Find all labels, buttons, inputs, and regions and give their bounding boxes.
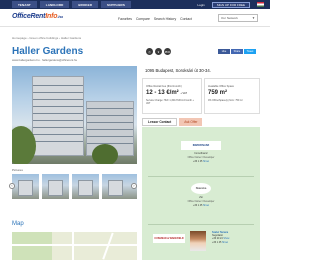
rent-value: 12 - 13 €/m² + VAT <box>146 90 198 96</box>
location-map[interactable] <box>12 232 137 260</box>
hungarian-flag-icon[interactable] <box>257 2 264 7</box>
space-detail: 0% Office/Space(s) from: 759 m² <box>208 99 243 102</box>
gallery-thumbnail[interactable] <box>42 174 69 199</box>
nav-suppliers[interactable]: SUPPLIERS <box>101 1 131 8</box>
contact-phone: +36 1 45 Show <box>162 160 240 163</box>
page-title: Haller Gardens <box>12 46 84 57</box>
map-heading: Map <box>12 221 24 227</box>
nav-tenant[interactable]: TENANT <box>12 1 37 8</box>
breadcrumb[interactable]: Homepage › Green office buildings › Hall… <box>12 36 81 40</box>
show-phone-link[interactable]: Show <box>222 241 228 244</box>
show-phone-link[interactable]: Show <box>203 160 209 163</box>
map-road <box>12 244 137 246</box>
building-tower <box>32 76 84 156</box>
contact-card: IMMOFINANZ Immofinanz Office Owner / Dev… <box>162 141 240 163</box>
site-header: OfficeRentInfo.hu Favorites Compare Sear… <box>0 9 270 27</box>
divider <box>148 224 254 225</box>
contact-role: Office Owner / Developer <box>187 200 215 203</box>
rent-label: Office Rental Fee (€/m²/month) <box>146 85 182 88</box>
chevron-down-icon: ▼ <box>252 16 255 20</box>
contact-name: Zsi <box>199 196 203 199</box>
logo-suffix-text: .hu <box>57 14 63 19</box>
space-label: Available Office Space <box>208 85 235 88</box>
contact-card: Skanska Zsi Office Owner / Developer +36… <box>162 183 240 207</box>
network-select[interactable]: Our Network ▼ <box>218 14 258 22</box>
contact-name: Immofinanz <box>194 152 208 155</box>
login-link[interactable]: Login <box>197 3 204 7</box>
contact-phone: +36 1 45 Show <box>162 204 240 207</box>
social-buttons: Like Share Tweet <box>218 49 256 54</box>
page-subtitle[interactable]: www.hallergardens.hu · hallergardens@off… <box>12 58 77 62</box>
broker-phone-2-number: +36 1 45 <box>212 240 222 244</box>
facebook-like-button[interactable]: Like <box>218 49 230 54</box>
gallery-label: Pictures <box>12 168 23 172</box>
heart-icon[interactable]: ♥ <box>155 48 162 55</box>
contact-phone-number: +36 1 45 <box>192 204 203 207</box>
tab-ask-offer[interactable]: Ask Offer <box>179 118 203 126</box>
broker-avatar <box>190 231 206 251</box>
broker-company-logo[interactable]: CUSHMAN & WAKEFIELD <box>153 234 185 243</box>
contact-phone-number: +36 1 45 <box>192 160 203 163</box>
logo-accent-text: Info <box>45 13 58 20</box>
network-select-value: Our Network <box>221 16 238 20</box>
contact-role: Office Owner / Developer <box>187 156 215 159</box>
space-value: 759 m² <box>208 90 228 96</box>
main-building-photo[interactable] <box>12 66 137 164</box>
tab-lessor-contact[interactable]: Lessor Contact <box>142 118 178 126</box>
broker-info: Szabó Tamara Negotiator +36 20 24 Show +… <box>212 231 229 244</box>
company-logo[interactable]: IMMOFINANZ <box>181 141 221 150</box>
site-logo[interactable]: OfficeRentInfo.hu <box>12 13 63 20</box>
rent-value-text: 12 - 13 €/m² <box>146 90 179 96</box>
tree <box>92 144 118 164</box>
show-phone-link[interactable]: Show <box>203 204 209 207</box>
company-logo[interactable]: Skanska <box>191 183 211 194</box>
search-history-link[interactable]: Search History <box>154 17 176 21</box>
broker-phone-2: +36 1 45 Show <box>212 241 229 244</box>
gallery-thumbnail[interactable] <box>12 174 39 199</box>
compare-link[interactable]: Compare <box>136 17 150 21</box>
divider <box>148 176 254 177</box>
map-road <box>72 232 74 260</box>
rent-info-box: Office Rental Fee (€/m²/month) 12 - 13 €… <box>142 78 202 114</box>
space-info-box: Available Office Space 759 m² 0% Office/… <box>204 78 260 114</box>
logo-main-text: OfficeRent <box>12 13 46 20</box>
nav-broker[interactable]: BROKER <box>72 1 99 8</box>
rent-vat-suffix: + VAT <box>180 92 188 95</box>
favorites-link[interactable]: Favorites <box>118 17 132 21</box>
map-park-area <box>12 232 52 260</box>
signup-button[interactable]: SIGN UP FOR FREE <box>211 1 250 8</box>
contact-panel: IMMOFINANZ Immofinanz Office Owner / Dev… <box>142 127 260 260</box>
header-nav: Favorites Compare Search History Contact <box>118 17 192 21</box>
service-charge-text: Service Charge: HUF 1,300-HUF/m²/month +… <box>146 99 194 105</box>
share-actions: ⎙ ♥ PDF <box>146 48 171 55</box>
gallery-next-arrow-icon[interactable]: › <box>131 183 137 189</box>
print-icon[interactable]: ⎙ <box>146 48 153 55</box>
top-navigation-bar: TENANT LANDLORD BROKER SUPPLIERS Login S… <box>0 0 270 9</box>
tweet-button[interactable]: Tweet <box>244 49 256 54</box>
map-road <box>102 232 114 260</box>
contact-link[interactable]: Contact <box>180 17 192 21</box>
building-address: 1095 Budapest, Soroksári út 30-34. <box>145 68 211 73</box>
facebook-share-button[interactable]: Share <box>231 49 243 54</box>
gallery-prev-arrow-icon[interactable]: ‹ <box>9 183 15 189</box>
pdf-icon[interactable]: PDF <box>164 48 171 55</box>
nav-landlord[interactable]: LANDLORD <box>39 1 70 8</box>
gallery-thumbnail[interactable] <box>72 174 99 199</box>
contact-tabs: Lessor Contact Ask Offer <box>142 118 203 126</box>
